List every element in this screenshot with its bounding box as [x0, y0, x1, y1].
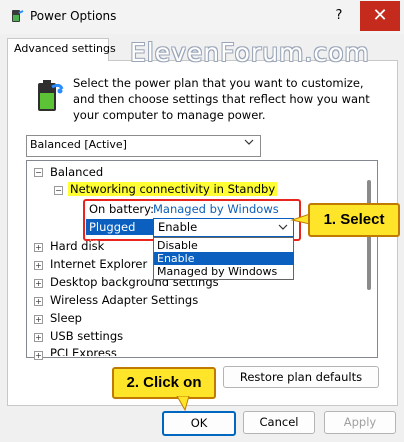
- on-battery-value[interactable]: Managed by Windows: [153, 202, 279, 216]
- tree-item[interactable]: Hard disk: [50, 239, 104, 253]
- dropdown-option-disable[interactable]: Disable: [154, 239, 294, 252]
- expand-icon[interactable]: +: [34, 243, 43, 252]
- callout-select: 1. Select: [308, 203, 400, 237]
- watermark: ElevenForum.com: [130, 38, 370, 67]
- expand-icon[interactable]: +: [34, 261, 43, 270]
- tree-item-balanced[interactable]: Balanced: [50, 165, 103, 179]
- tree-item[interactable]: Wireless Adapter Settings: [50, 293, 198, 307]
- tree-item[interactable]: Sleep: [50, 311, 82, 325]
- expand-icon[interactable]: +: [34, 279, 43, 288]
- window-title: Power Options: [30, 9, 117, 23]
- ok-button[interactable]: OK: [162, 411, 236, 436]
- callout-pointer: [290, 213, 310, 225]
- plugged-in-dropdown: Disable Enable Managed by Windows: [153, 237, 294, 280]
- collapse-icon[interactable]: −: [34, 168, 43, 177]
- on-battery-label: On battery:: [89, 202, 155, 216]
- dropdown-option-managed[interactable]: Managed by Windows: [154, 265, 294, 278]
- callout-pointer: [176, 396, 190, 412]
- dropdown-option-enable[interactable]: Enable: [154, 252, 294, 265]
- callout-click-ok: 2. Click on: [112, 367, 216, 399]
- collapse-icon[interactable]: −: [54, 186, 63, 195]
- tree-item[interactable]: PCI Express: [50, 346, 117, 356]
- expand-icon[interactable]: +: [34, 297, 43, 306]
- restore-plan-defaults-button[interactable]: Restore plan defaults: [223, 366, 379, 388]
- description-text: Select the power plan that you want to c…: [73, 76, 370, 122]
- expand-icon[interactable]: +: [34, 333, 43, 342]
- tree-item[interactable]: Internet Explorer: [50, 257, 147, 271]
- plan-select-value: Balanced [Active]: [30, 138, 127, 151]
- chevron-down-icon: [244, 137, 254, 150]
- cancel-button[interactable]: Cancel: [243, 411, 315, 434]
- power-options-icon: [10, 9, 24, 23]
- tree-item-networking-connectivity[interactable]: Networking connectivity in Standby: [68, 182, 278, 196]
- expand-icon[interactable]: +: [34, 315, 43, 324]
- chevron-down-icon: [278, 221, 288, 235]
- close-button[interactable]: ✕: [360, 1, 400, 31]
- help-button[interactable]: ?: [322, 1, 356, 31]
- tab-label: Advanced settings: [14, 42, 116, 55]
- plugged-in-label[interactable]: Plugged in:: [86, 219, 153, 250]
- battery-icon: [34, 79, 64, 113]
- plugged-in-value: Enable: [158, 220, 198, 234]
- apply-button[interactable]: Apply: [324, 411, 396, 434]
- tree-item[interactable]: USB settings: [50, 329, 123, 343]
- expand-icon[interactable]: +: [34, 351, 43, 360]
